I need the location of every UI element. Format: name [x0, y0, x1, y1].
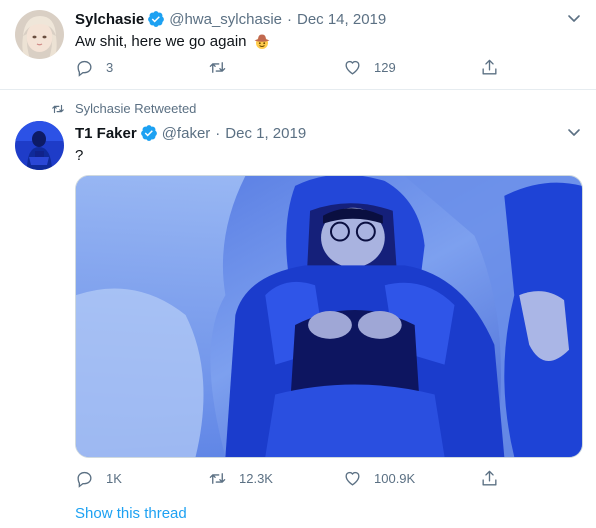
retweet-icon	[209, 62, 226, 73]
retweet-icon	[209, 473, 226, 484]
reply-button[interactable]: 1K	[75, 469, 122, 488]
reply-button[interactable]: 3	[75, 58, 113, 77]
more-options-chevron-icon[interactable]	[566, 10, 582, 26]
verified-badge-icon	[140, 124, 158, 142]
retweet-count: 12.3K	[239, 471, 273, 486]
reply-icon	[77, 471, 92, 488]
more-options-chevron-icon[interactable]	[566, 124, 582, 140]
reply-count: 1K	[106, 471, 122, 486]
tweet-text: Aw shit, here we go again	[75, 32, 271, 50]
avatar-sylchasie[interactable]	[15, 10, 64, 59]
tweet-body: Aw shit, here we go again	[75, 32, 247, 50]
separator-dot: ·	[215, 124, 221, 142]
cowboy-hat-face-emoji-icon	[253, 32, 271, 50]
avatar-faker[interactable]	[15, 121, 64, 170]
retweet-button[interactable]: 12.3K	[208, 469, 273, 488]
display-name[interactable]: Sylchasie	[75, 11, 144, 28]
user-handle[interactable]: @hwa_sylchasie	[169, 11, 282, 28]
like-button[interactable]: 100.9K	[343, 469, 415, 488]
share-button[interactable]	[480, 469, 499, 488]
tweet-header: T1 Faker @faker · Dec 1, 2019	[75, 124, 306, 142]
tweet-actions: 3 129	[75, 58, 515, 78]
share-icon	[482, 470, 497, 486]
tweet-faker[interactable]: Sylchasie Retweeted T1 Faker @faker · De…	[0, 91, 596, 528]
retweet-icon	[52, 104, 64, 113]
reply-count: 3	[106, 60, 114, 75]
share-button[interactable]	[480, 58, 499, 77]
retweet-button[interactable]	[208, 58, 239, 77]
heart-icon	[345, 471, 360, 486]
heart-icon	[345, 60, 360, 75]
display-name[interactable]: T1 Faker	[75, 125, 137, 142]
separator-dot: ·	[287, 10, 292, 28]
ice-cave-photo	[76, 176, 582, 457]
like-count: 100.9K	[374, 471, 416, 486]
reply-icon	[77, 60, 92, 77]
tweet-date[interactable]: Dec 14, 2019	[297, 11, 386, 28]
like-button[interactable]: 129	[343, 58, 396, 77]
retweeted-by: Sylchasie Retweeted	[51, 101, 196, 116]
tweet-header: Sylchasie @hwa_sylchasie · Dec 14, 2019	[75, 10, 386, 28]
tweet-sylchasie[interactable]: Sylchasie @hwa_sylchasie · Dec 14, 2019 …	[0, 0, 596, 90]
show-thread-link[interactable]: Show this thread	[75, 505, 187, 522]
user-handle[interactable]: @faker	[162, 125, 211, 142]
tweet-body: ?	[75, 147, 84, 164]
tweet-date[interactable]: Dec 1, 2019	[225, 125, 306, 142]
tweet-media-photo[interactable]	[75, 175, 583, 458]
tweet-text: ?	[75, 147, 83, 164]
retweeted-by-label[interactable]: Sylchasie Retweeted	[75, 101, 196, 116]
share-icon	[482, 59, 497, 75]
like-count: 129	[374, 60, 396, 75]
verified-badge-icon	[147, 10, 165, 28]
tweet-actions: 1K 12.3K 100.9K	[75, 469, 515, 489]
